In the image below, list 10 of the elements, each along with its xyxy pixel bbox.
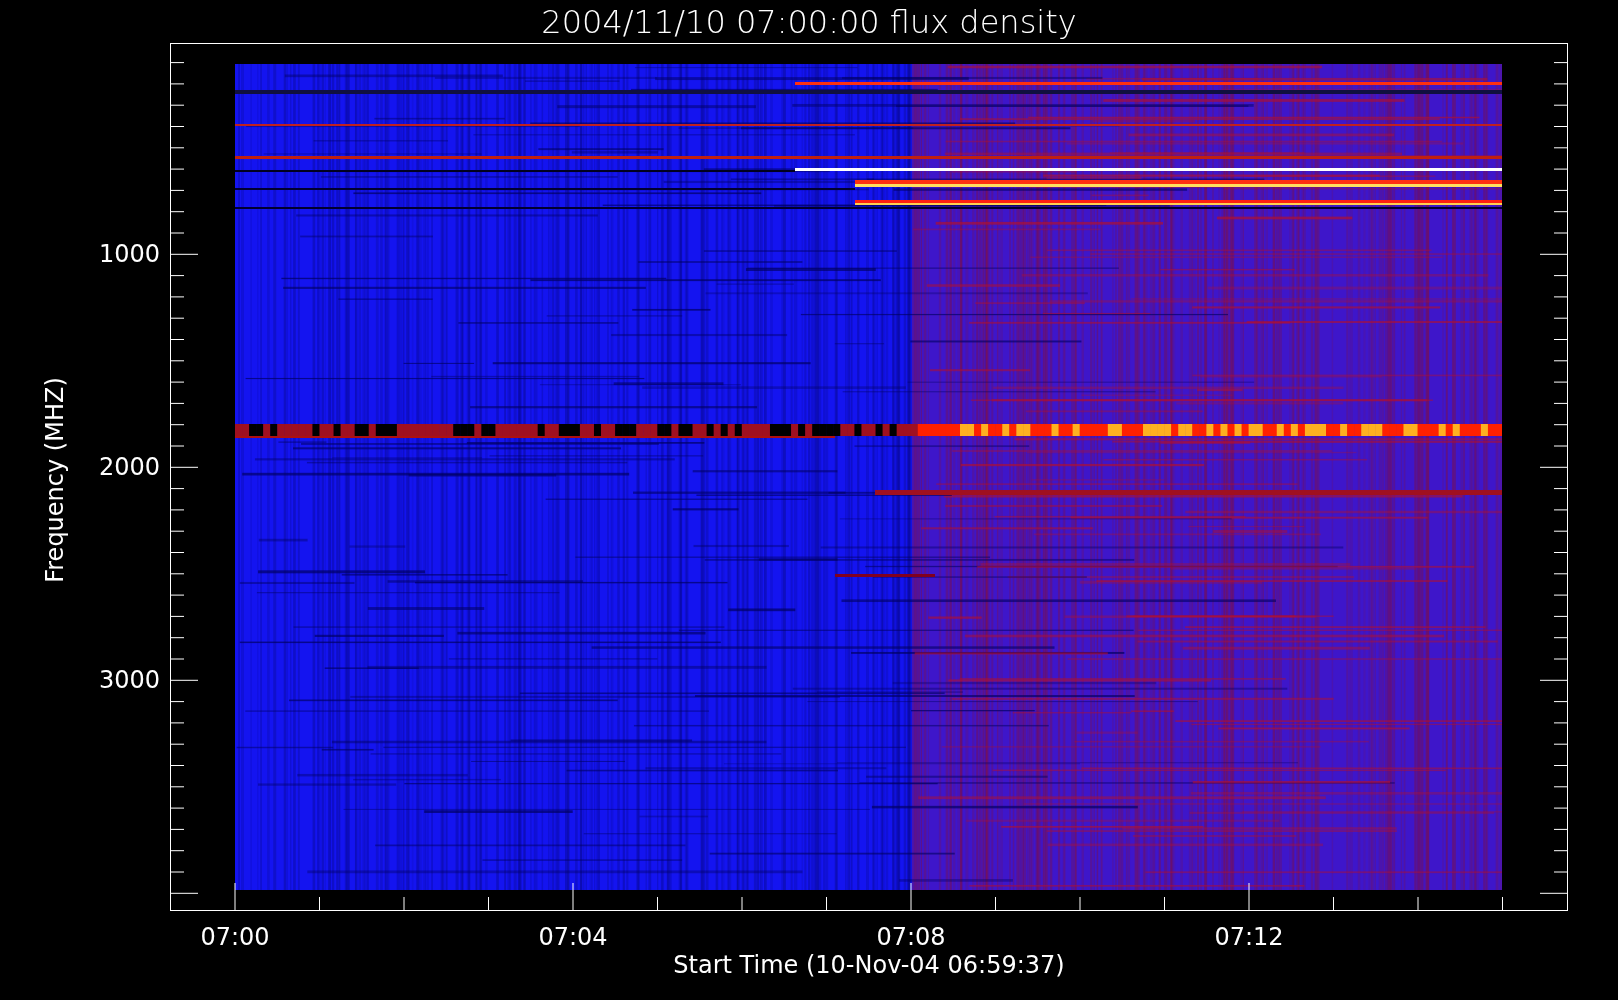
x-axis-label: Start Time (10-Nov-04 06:59:37) [672,950,1066,980]
x-tick-label: 07:04 [537,922,609,952]
x-tick-label: 07:00 [199,922,271,952]
x-tick-label: 07:12 [1213,922,1285,952]
y-axis-label: Frequency (MHZ) [40,377,70,583]
chart-title: 2004/11/10 07:00:00 flux density [540,2,1078,42]
y-tick-label: 3000 [98,665,160,695]
y-tick-label: 2000 [98,452,160,482]
x-tick-label: 07:08 [875,922,947,952]
y-tick-label: 1000 [98,239,160,269]
